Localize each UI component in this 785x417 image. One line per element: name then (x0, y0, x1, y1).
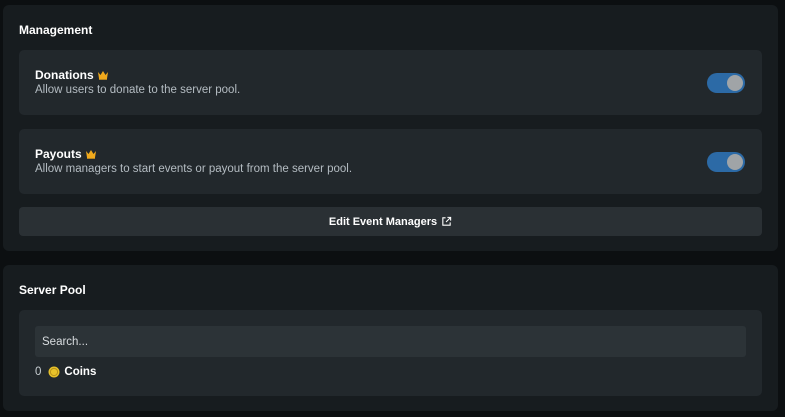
payouts-title: Payouts (35, 147, 82, 161)
donations-toggle[interactable] (707, 73, 745, 93)
server-pool-panel: Server Pool 0 Coins (3, 265, 778, 411)
search-input[interactable] (35, 326, 746, 357)
payouts-description: Allow managers to start events or payout… (35, 163, 353, 175)
donations-title: Donations (35, 68, 94, 82)
server-pool-title: Server Pool (19, 283, 86, 297)
payouts-title-row: Payouts (35, 147, 97, 161)
toggle-knob (727, 75, 743, 91)
edit-event-managers-label: Edit Event Managers (328, 215, 438, 228)
coins-label: Coins (64, 366, 97, 378)
coins-balance: 0 Coins (35, 366, 96, 378)
donations-title-row: Donations (35, 68, 109, 82)
donations-setting-card: Donations Allow users to donate to the s… (19, 50, 762, 115)
payouts-toggle[interactable] (707, 152, 745, 172)
external-link-icon (442, 216, 452, 226)
edit-event-managers-button[interactable]: Edit Event Managers (19, 207, 762, 236)
donations-description: Allow users to donate to the server pool… (35, 84, 241, 96)
crown-icon (85, 150, 96, 159)
coins-amount: 0 (35, 366, 42, 378)
management-title: Management (19, 23, 93, 37)
server-pool-card: 0 Coins (19, 310, 762, 396)
payouts-setting-card: Payouts Allow managers to start events o… (19, 129, 762, 194)
coin-icon (48, 366, 60, 378)
management-panel: Management Donations Allow users to dona… (3, 5, 778, 251)
toggle-knob (727, 154, 743, 170)
crown-icon (97, 71, 108, 80)
